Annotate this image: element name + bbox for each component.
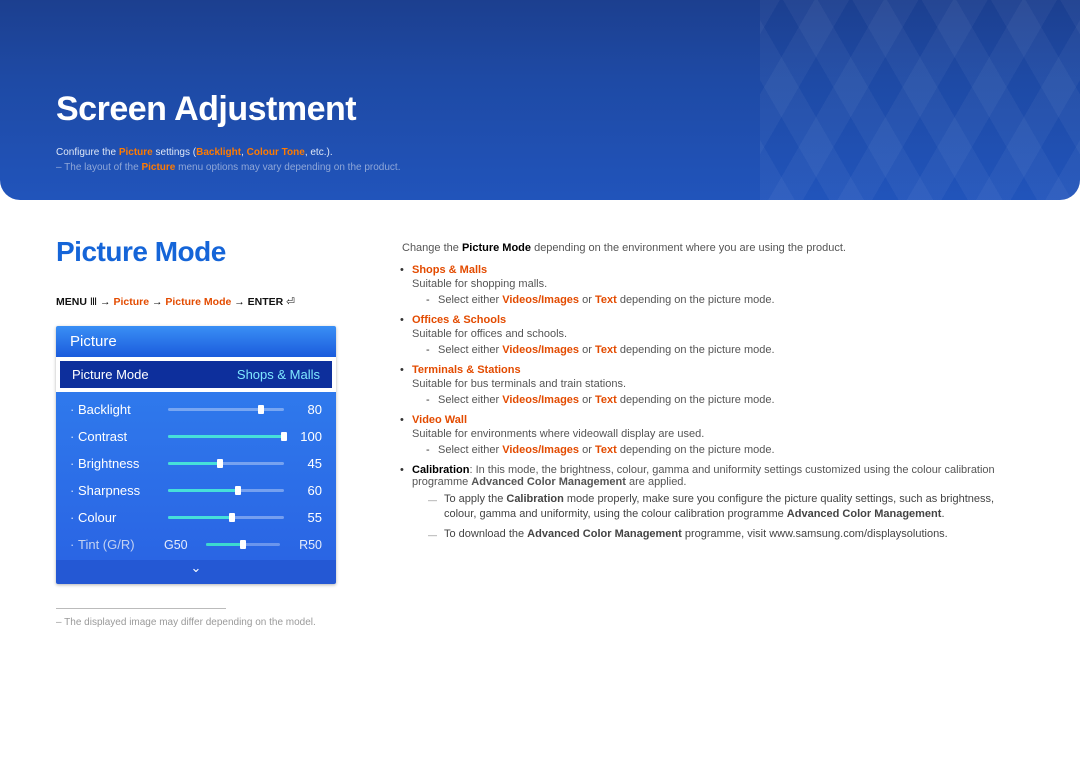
option-offices: Offices & Schools Suitable for offices a… xyxy=(402,314,1024,356)
colour-row[interactable]: ·Colour 55 xyxy=(70,504,322,531)
sharpness-row[interactable]: ·Sharpness 60 xyxy=(70,477,322,504)
brightness-slider[interactable] xyxy=(168,462,284,465)
option-terminals: Terminals & Stations Suitable for bus te… xyxy=(402,364,1024,406)
option-calibration: Calibration: In this mode, the brightnes… xyxy=(402,464,1024,542)
osd-menu: Picture Picture Mode Shops & Malls ·Back… xyxy=(56,326,336,584)
osd-title: Picture xyxy=(56,326,336,357)
sharpness-slider[interactable] xyxy=(168,489,284,492)
option-shops: Shops & Malls Suitable for shopping mall… xyxy=(402,264,1024,306)
enter-icon: ⏎ xyxy=(286,296,295,308)
tint-slider[interactable] xyxy=(206,543,280,546)
contrast-row[interactable]: ·Contrast 100 xyxy=(70,423,322,450)
banner-subtitle-2: – The layout of the Picture menu options… xyxy=(56,162,1080,173)
tint-r-value: R50 xyxy=(288,538,322,552)
picture-mode-value: Shops & Malls xyxy=(237,367,320,382)
picture-mode-select[interactable]: Picture Mode Shops & Malls xyxy=(58,359,334,390)
calibration-note-1: To apply the Calibration mode properly, … xyxy=(434,492,1024,523)
contrast-slider[interactable] xyxy=(168,435,284,438)
footnote: – The displayed image may differ dependi… xyxy=(56,617,356,628)
scroll-down-icon[interactable]: ⌄ xyxy=(56,560,336,584)
colour-slider[interactable] xyxy=(168,516,284,519)
intro-text: Change the Picture Mode depending on the… xyxy=(402,242,1024,254)
left-column: Picture Mode MENU Ⅲ → Picture → Picture … xyxy=(56,236,356,628)
backlight-slider[interactable] xyxy=(168,408,284,411)
menu-icon: Ⅲ xyxy=(90,296,97,308)
breadcrumb: MENU Ⅲ → Picture → Picture Mode → ENTER … xyxy=(56,296,356,308)
hero-banner: Screen Adjustment Configure the Picture … xyxy=(0,0,1080,200)
section-heading: Picture Mode xyxy=(56,236,356,268)
calibration-note-2: To download the Advanced Color Managemen… xyxy=(434,527,1024,542)
tint-g-value: G50 xyxy=(164,538,198,552)
divider xyxy=(56,608,226,609)
picture-mode-label: Picture Mode xyxy=(72,367,149,382)
right-column: Change the Picture Mode depending on the… xyxy=(402,236,1024,628)
brightness-row[interactable]: ·Brightness 45 xyxy=(70,450,322,477)
tint-row[interactable]: ·Tint (G/R) G50 R50 xyxy=(70,531,322,558)
backlight-row[interactable]: ·Backlight 80 xyxy=(70,396,322,423)
option-videowall: Video Wall Suitable for environments whe… xyxy=(402,414,1024,456)
banner-subtitle-1: Configure the Picture settings (Backligh… xyxy=(56,147,1080,158)
page-title: Screen Adjustment xyxy=(56,90,1080,129)
